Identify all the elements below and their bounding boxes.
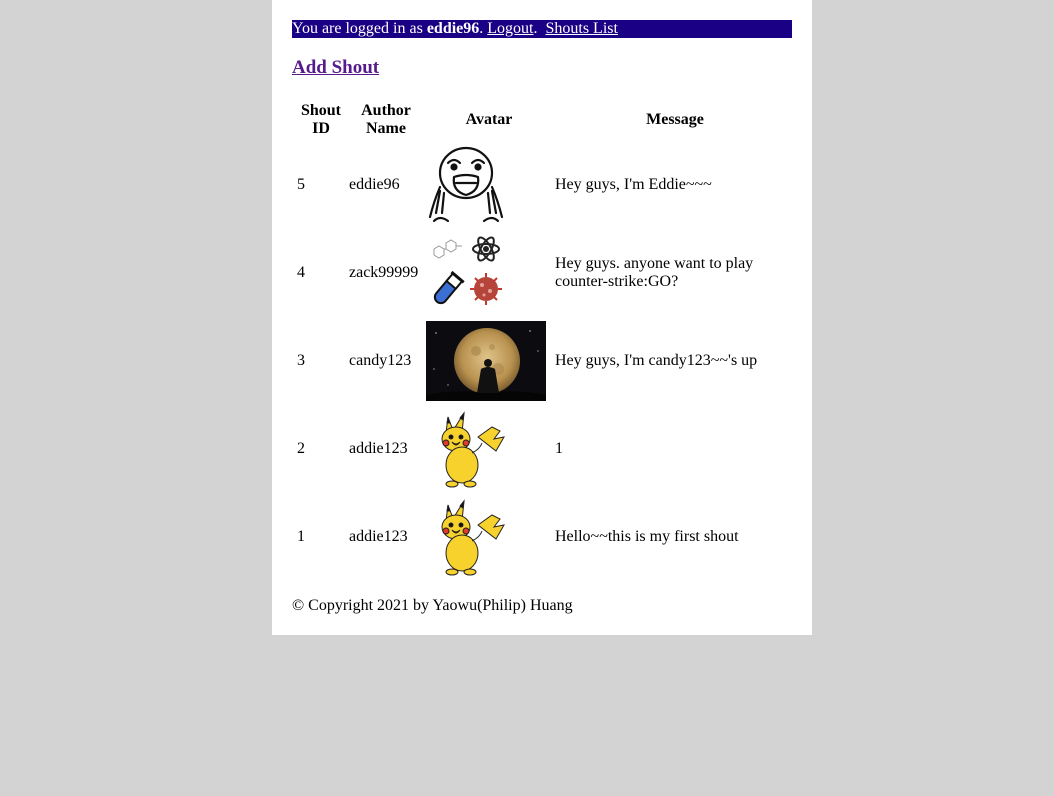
shout-id: 5 [297, 176, 305, 193]
logged-in-username: eddie96 [426, 20, 480, 37]
science-icons-avatar [426, 233, 546, 313]
author-name: addie123 [349, 528, 408, 545]
header-avatar: Avatar [465, 111, 513, 128]
shout-message: 1 [555, 440, 563, 457]
logout-link[interactable]: Logout [487, 20, 533, 37]
pikachu-avatar [426, 497, 546, 577]
author-name: zack99999 [349, 264, 419, 281]
author-name: eddie96 [349, 176, 400, 193]
shout-message: Hey guys, I'm candy123~~'s up [555, 352, 758, 369]
avatar-cell [426, 406, 552, 492]
header-text: ID [312, 120, 330, 137]
avatar-cell [426, 230, 552, 316]
shout-id: 2 [297, 440, 305, 457]
avatar-cell [426, 494, 552, 580]
shouts-table: Shout ID Author Name Avatar Message 5 eddi… [294, 98, 798, 582]
shout-id: 1 [297, 528, 305, 545]
copyright-footer: © Copyright 2021 by Yaowu(Philip) Huang [292, 597, 573, 614]
pikachu-avatar [426, 409, 546, 489]
header-shout-id: Shout ID [296, 100, 346, 140]
shout-message: Hey guys. anyone want to play counter-st… [555, 255, 754, 290]
author-name: addie123 [349, 440, 408, 457]
author-name: candy123 [349, 352, 412, 369]
header-message: Message [646, 111, 704, 128]
shout-message: Hey guys, I'm Eddie~~~ [555, 176, 712, 193]
header-author-name: Author Name [348, 100, 424, 140]
page-container: You are logged in as eddie96. Logout. Sh… [272, 0, 812, 635]
table-row: 1 addie123 Hello~~this is my first shout [296, 494, 796, 580]
avatar-cell [426, 318, 552, 404]
header-text: Author [361, 102, 411, 119]
shout-id: 4 [297, 264, 305, 281]
atom-icon [472, 236, 500, 262]
login-status-bar: You are logged in as eddie96. Logout. Sh… [292, 20, 792, 38]
separator: . [533, 20, 538, 37]
table-row: 4 zack99999 Hey guys. anyone want to pla… [296, 230, 796, 316]
shouts-list-link[interactable]: Shouts List [545, 20, 617, 37]
test-tube-icon [433, 270, 465, 305]
moon-silhouette-avatar [426, 321, 546, 401]
table-header-row: Shout ID Author Name Avatar Message [296, 100, 796, 140]
rage-comic-face-avatar [426, 145, 546, 225]
molecule-icon [433, 239, 462, 259]
virus-icon [470, 273, 502, 305]
separator: . [479, 20, 484, 37]
table-row: 3 candy123 Hey guys, I'm candy123~~'s up [296, 318, 796, 404]
shout-id: 3 [297, 352, 305, 369]
header-text: Name [366, 120, 406, 137]
table-row: 2 addie123 1 [296, 406, 796, 492]
add-shout-link[interactable]: Add Shout [292, 57, 379, 79]
header-text: Shout [300, 102, 342, 119]
login-status-prefix: You are logged in as [292, 20, 423, 37]
avatar-cell [426, 142, 552, 228]
shout-message: Hello~~this is my first shout [555, 528, 739, 545]
table-row: 5 eddie96 Hey guys, I'm Eddie~~~ [296, 142, 796, 228]
